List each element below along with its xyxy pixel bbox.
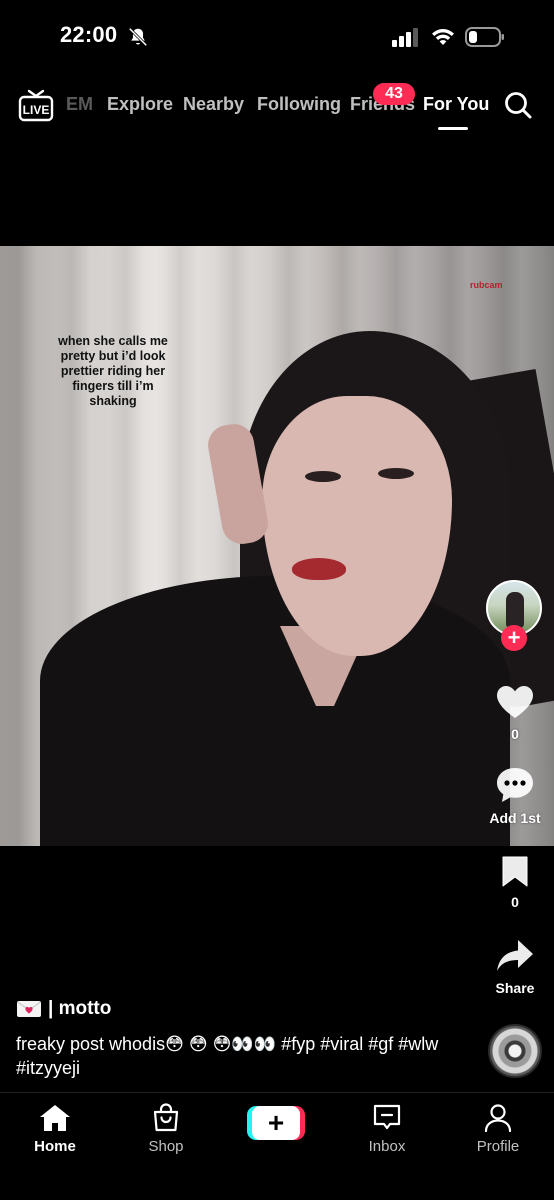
home-icon — [40, 1105, 70, 1131]
author-name: | motto — [48, 998, 112, 1019]
create-plus-icon: + — [252, 1106, 300, 1140]
tab-em[interactable]: EM — [66, 94, 93, 115]
comment-bubble-icon — [497, 768, 533, 802]
like-count: 0 — [511, 726, 519, 742]
video-figure-body — [40, 576, 510, 846]
video-figure-eye-right — [378, 468, 414, 479]
search-icon[interactable] — [503, 90, 533, 120]
live-label: LIVE — [23, 103, 50, 117]
live-tv-icon: LIVE — [18, 89, 54, 122]
nav-inbox-label: Inbox — [368, 1138, 406, 1155]
shopping-bag-icon — [153, 1103, 179, 1132]
save-button[interactable]: 0 — [484, 854, 546, 910]
post-author[interactable]: | motto — [16, 998, 111, 1020]
video-figure-eye-left — [305, 471, 341, 482]
create-button[interactable]: + — [247, 1106, 305, 1140]
wifi-icon — [432, 29, 454, 45]
share-arrow-icon — [497, 940, 533, 971]
profile-icon — [484, 1104, 512, 1133]
nav-profile[interactable]: Profile — [458, 1103, 538, 1155]
like-button[interactable]: 0 — [484, 684, 546, 742]
follow-plus-button[interactable]: + — [501, 625, 527, 651]
bell-slash-icon — [128, 27, 148, 47]
nav-shop-label: Shop — [148, 1138, 184, 1155]
save-count: 0 — [511, 894, 519, 910]
share-label: Share — [495, 980, 535, 996]
nav-inbox[interactable]: Inbox — [347, 1103, 427, 1155]
nav-home[interactable]: Home — [15, 1103, 95, 1155]
nav-shop[interactable]: Shop — [126, 1103, 206, 1155]
nav-profile-label: Profile — [476, 1138, 520, 1155]
tab-for-you[interactable]: For You — [423, 94, 489, 115]
video-figure-lips — [292, 558, 346, 580]
avatar-figure — [506, 592, 524, 628]
tab-following[interactable]: Following — [257, 94, 341, 115]
comment-button[interactable]: Add 1st — [484, 766, 546, 826]
video-watermark: rubcam — [470, 280, 503, 290]
bookmark-icon — [502, 856, 528, 887]
music-disc-icon[interactable] — [488, 1024, 542, 1078]
tab-nearby[interactable]: Nearby — [183, 94, 244, 115]
status-bar: 22:00 — [0, 0, 554, 74]
active-tab-indicator — [438, 127, 468, 130]
top-nav: LIVE EM Explore Nearby Following Friends… — [0, 80, 554, 136]
heart-icon — [497, 686, 533, 718]
video-player[interactable]: rubcam when she calls me pretty but i’d … — [0, 246, 554, 846]
inbox-icon — [373, 1104, 401, 1130]
tab-explore[interactable]: Explore — [107, 94, 173, 115]
bottom-nav: Home Shop + Inbox Profile — [0, 1092, 554, 1200]
friends-badge: 43 — [373, 83, 415, 105]
comment-count: Add 1st — [489, 810, 541, 826]
love-letter-icon — [17, 1001, 41, 1017]
battery-icon — [465, 27, 504, 47]
nav-home-label: Home — [34, 1138, 76, 1155]
cellular-signal-icon — [392, 28, 418, 47]
video-text-overlay: when she calls me pretty but i’d look pr… — [58, 334, 168, 408]
share-button[interactable]: Share — [484, 938, 546, 996]
live-icon[interactable]: LIVE — [18, 88, 54, 122]
status-time: 22:00 — [60, 22, 118, 47]
post-description[interactable]: freaky post whodis😳 😳 😳👀👀 #fyp #viral #g… — [16, 1032, 471, 1080]
